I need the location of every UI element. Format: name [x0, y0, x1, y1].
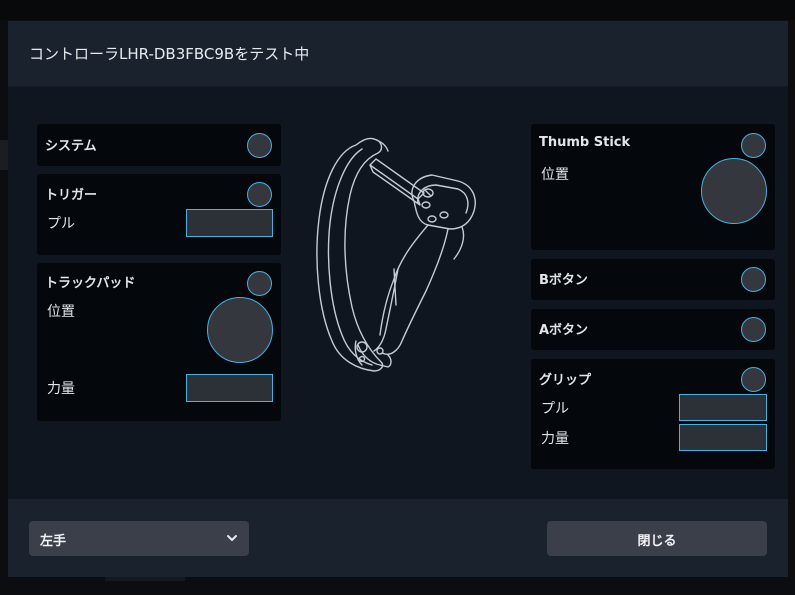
app-backdrop-bottom	[105, 577, 185, 581]
trackpad-label: トラックパッド	[45, 276, 136, 291]
thumbstick-indicator	[741, 133, 766, 158]
a-button-label: Aボタン	[539, 323, 589, 338]
thumbstick-panel: Thumb Stick 位置	[531, 124, 775, 250]
dialog-header: コントローラLHR-DB3FBC9Bをテスト中	[8, 21, 788, 87]
grip-pull-label: プル	[541, 401, 569, 417]
system-label: システム	[45, 139, 97, 154]
trackpad-force-bar	[186, 374, 273, 402]
thumbstick-position-label: 位置	[541, 167, 569, 183]
trackpad-force-label: 力量	[47, 381, 75, 397]
trigger-pull-bar	[186, 209, 273, 237]
thumbstick-position-pad	[701, 158, 767, 224]
a-button-panel: Aボタン	[531, 309, 775, 350]
controller-outline-icon	[316, 137, 476, 372]
b-button-label: Bボタン	[539, 273, 588, 288]
thumbstick-label: Thumb Stick	[539, 135, 631, 150]
app-backdrop-edge	[0, 140, 8, 170]
system-panel: システム	[37, 124, 281, 166]
close-button-label: 閉じる	[637, 534, 677, 549]
grip-indicator	[741, 367, 766, 392]
dialog-title: コントローラLHR-DB3FBC9Bをテスト中	[29, 45, 310, 63]
grip-force-bar	[679, 424, 767, 451]
hand-select-value: 左手	[40, 534, 67, 549]
chevron-down-icon	[227, 535, 237, 541]
b-button-panel: Bボタン	[531, 259, 775, 300]
controller-test-dialog: コントローラLHR-DB3FBC9Bをテスト中 システム トリガー プル トラッ…	[8, 21, 788, 577]
b-button-indicator	[741, 267, 766, 292]
trigger-label: トリガー	[45, 188, 98, 203]
trigger-pull-label: プル	[47, 216, 75, 232]
hand-select-dropdown[interactable]: 左手	[29, 521, 249, 556]
grip-panel: グリップ プル 力量	[531, 359, 775, 469]
app-backdrop-top	[0, 0, 795, 20]
a-button-indicator	[741, 317, 766, 342]
trigger-panel: トリガー プル	[37, 174, 281, 255]
dialog-footer: 左手 閉じる	[8, 499, 788, 577]
trackpad-panel: トラックパッド 位置 力量	[37, 263, 281, 421]
system-indicator	[247, 133, 272, 158]
close-button[interactable]: 閉じる	[547, 521, 767, 556]
trackpad-indicator	[247, 271, 272, 296]
grip-label: グリップ	[539, 373, 592, 388]
trackpad-position-pad	[207, 297, 273, 363]
grip-pull-bar	[679, 394, 767, 421]
grip-force-label: 力量	[541, 431, 569, 447]
trackpad-position-label: 位置	[47, 304, 75, 320]
trigger-indicator	[247, 182, 272, 207]
